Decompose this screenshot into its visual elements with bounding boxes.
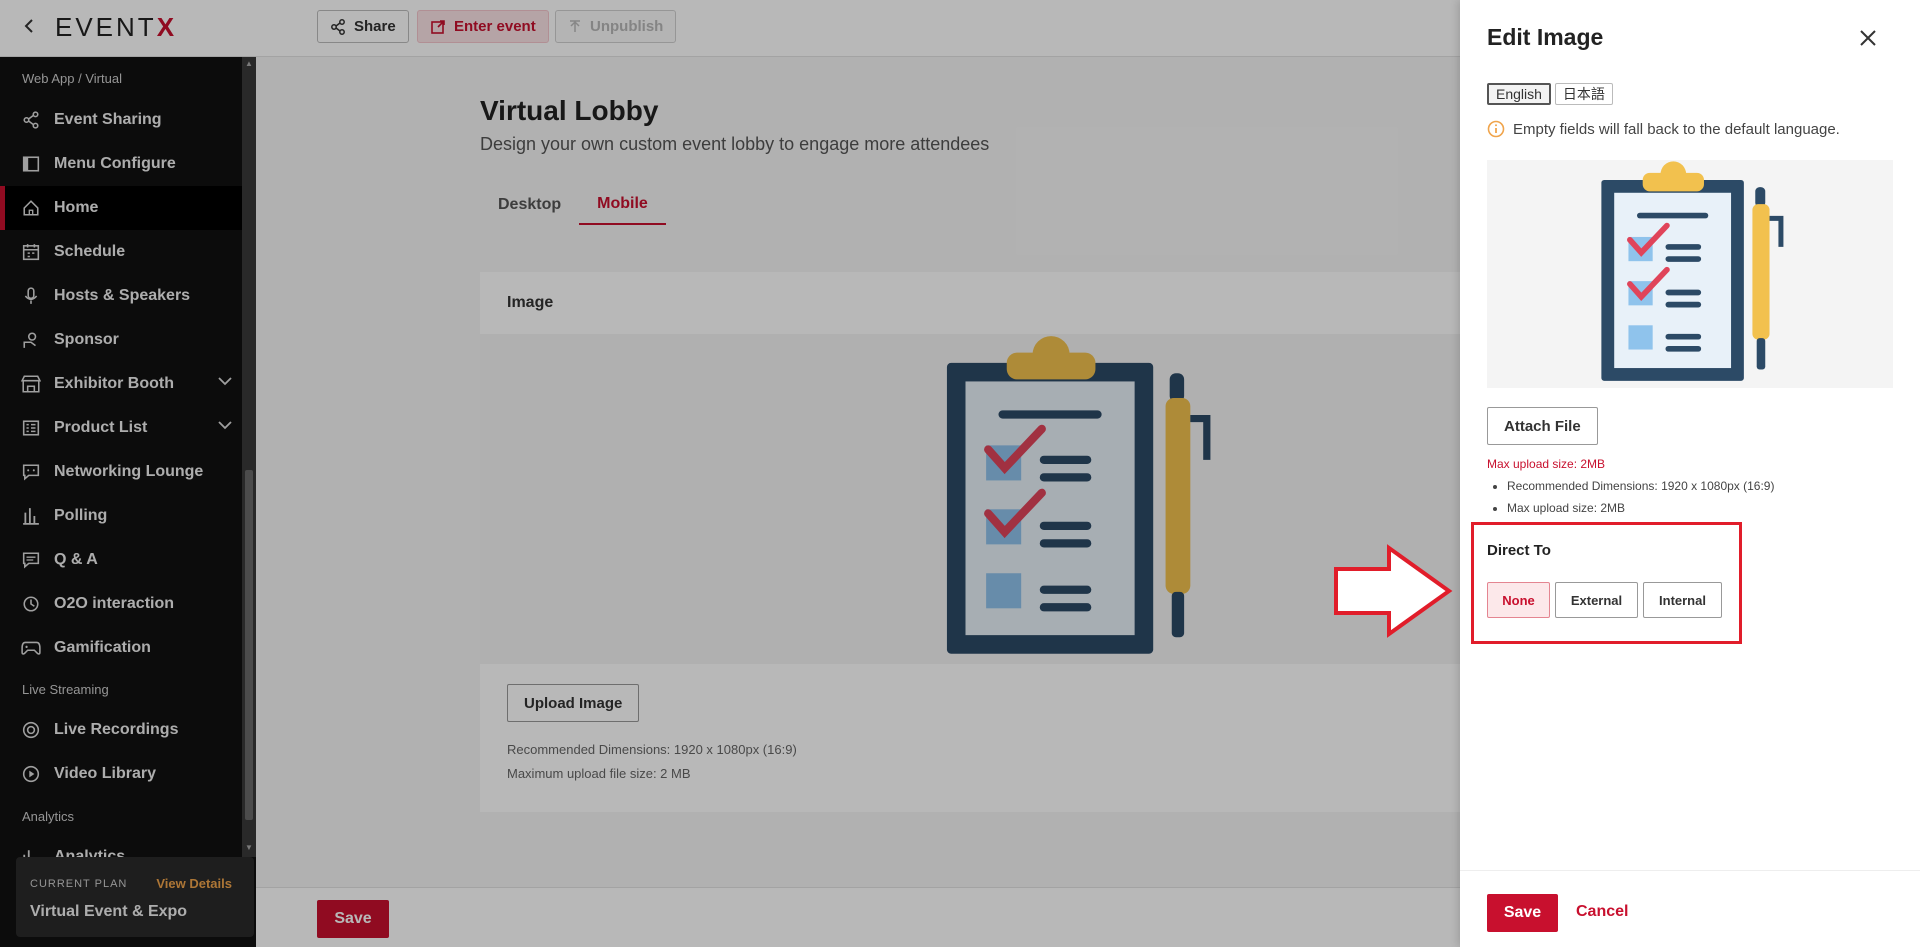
drawer-cancel-button[interactable]: Cancel	[1576, 903, 1628, 921]
drawer-title: Edit Image	[1487, 24, 1604, 50]
image-preview	[1487, 160, 1893, 388]
modal-backdrop[interactable]	[0, 0, 1460, 947]
close-icon[interactable]	[1856, 26, 1880, 50]
direct-external-button[interactable]: External	[1555, 582, 1638, 618]
attach-file-button[interactable]: Attach File	[1487, 407, 1598, 445]
language-japanese[interactable]: 日本語	[1554, 83, 1613, 105]
fallback-notice: Empty fields will fall back to the defau…	[1487, 120, 1840, 138]
list-item: Max upload size: 2MB	[1507, 501, 1774, 515]
clipboard-illustration	[1587, 160, 1801, 388]
info-icon	[1487, 120, 1505, 138]
language-english[interactable]: English	[1487, 83, 1551, 105]
direct-to-highlight: Direct To None External Internal	[1471, 522, 1742, 644]
list-item: Recommended Dimensions: 1920 x 1080px (1…	[1507, 479, 1774, 493]
upload-requirements-list: Recommended Dimensions: 1920 x 1080px (1…	[1507, 479, 1774, 523]
fallback-notice-text: Empty fields will fall back to the defau…	[1513, 120, 1840, 138]
direct-internal-button[interactable]: Internal	[1643, 582, 1722, 618]
direct-none-button[interactable]: None	[1487, 582, 1550, 618]
edit-image-drawer: Edit Image English 日本語 Empty fields will…	[1460, 0, 1920, 947]
drawer-save-button[interactable]: Save	[1487, 894, 1558, 932]
max-upload-error: Max upload size: 2MB	[1487, 457, 1606, 471]
annotation-arrow-icon	[1334, 544, 1453, 638]
language-selector: English 日本語	[1487, 83, 1613, 105]
direct-to-label: Direct To	[1487, 542, 1551, 559]
